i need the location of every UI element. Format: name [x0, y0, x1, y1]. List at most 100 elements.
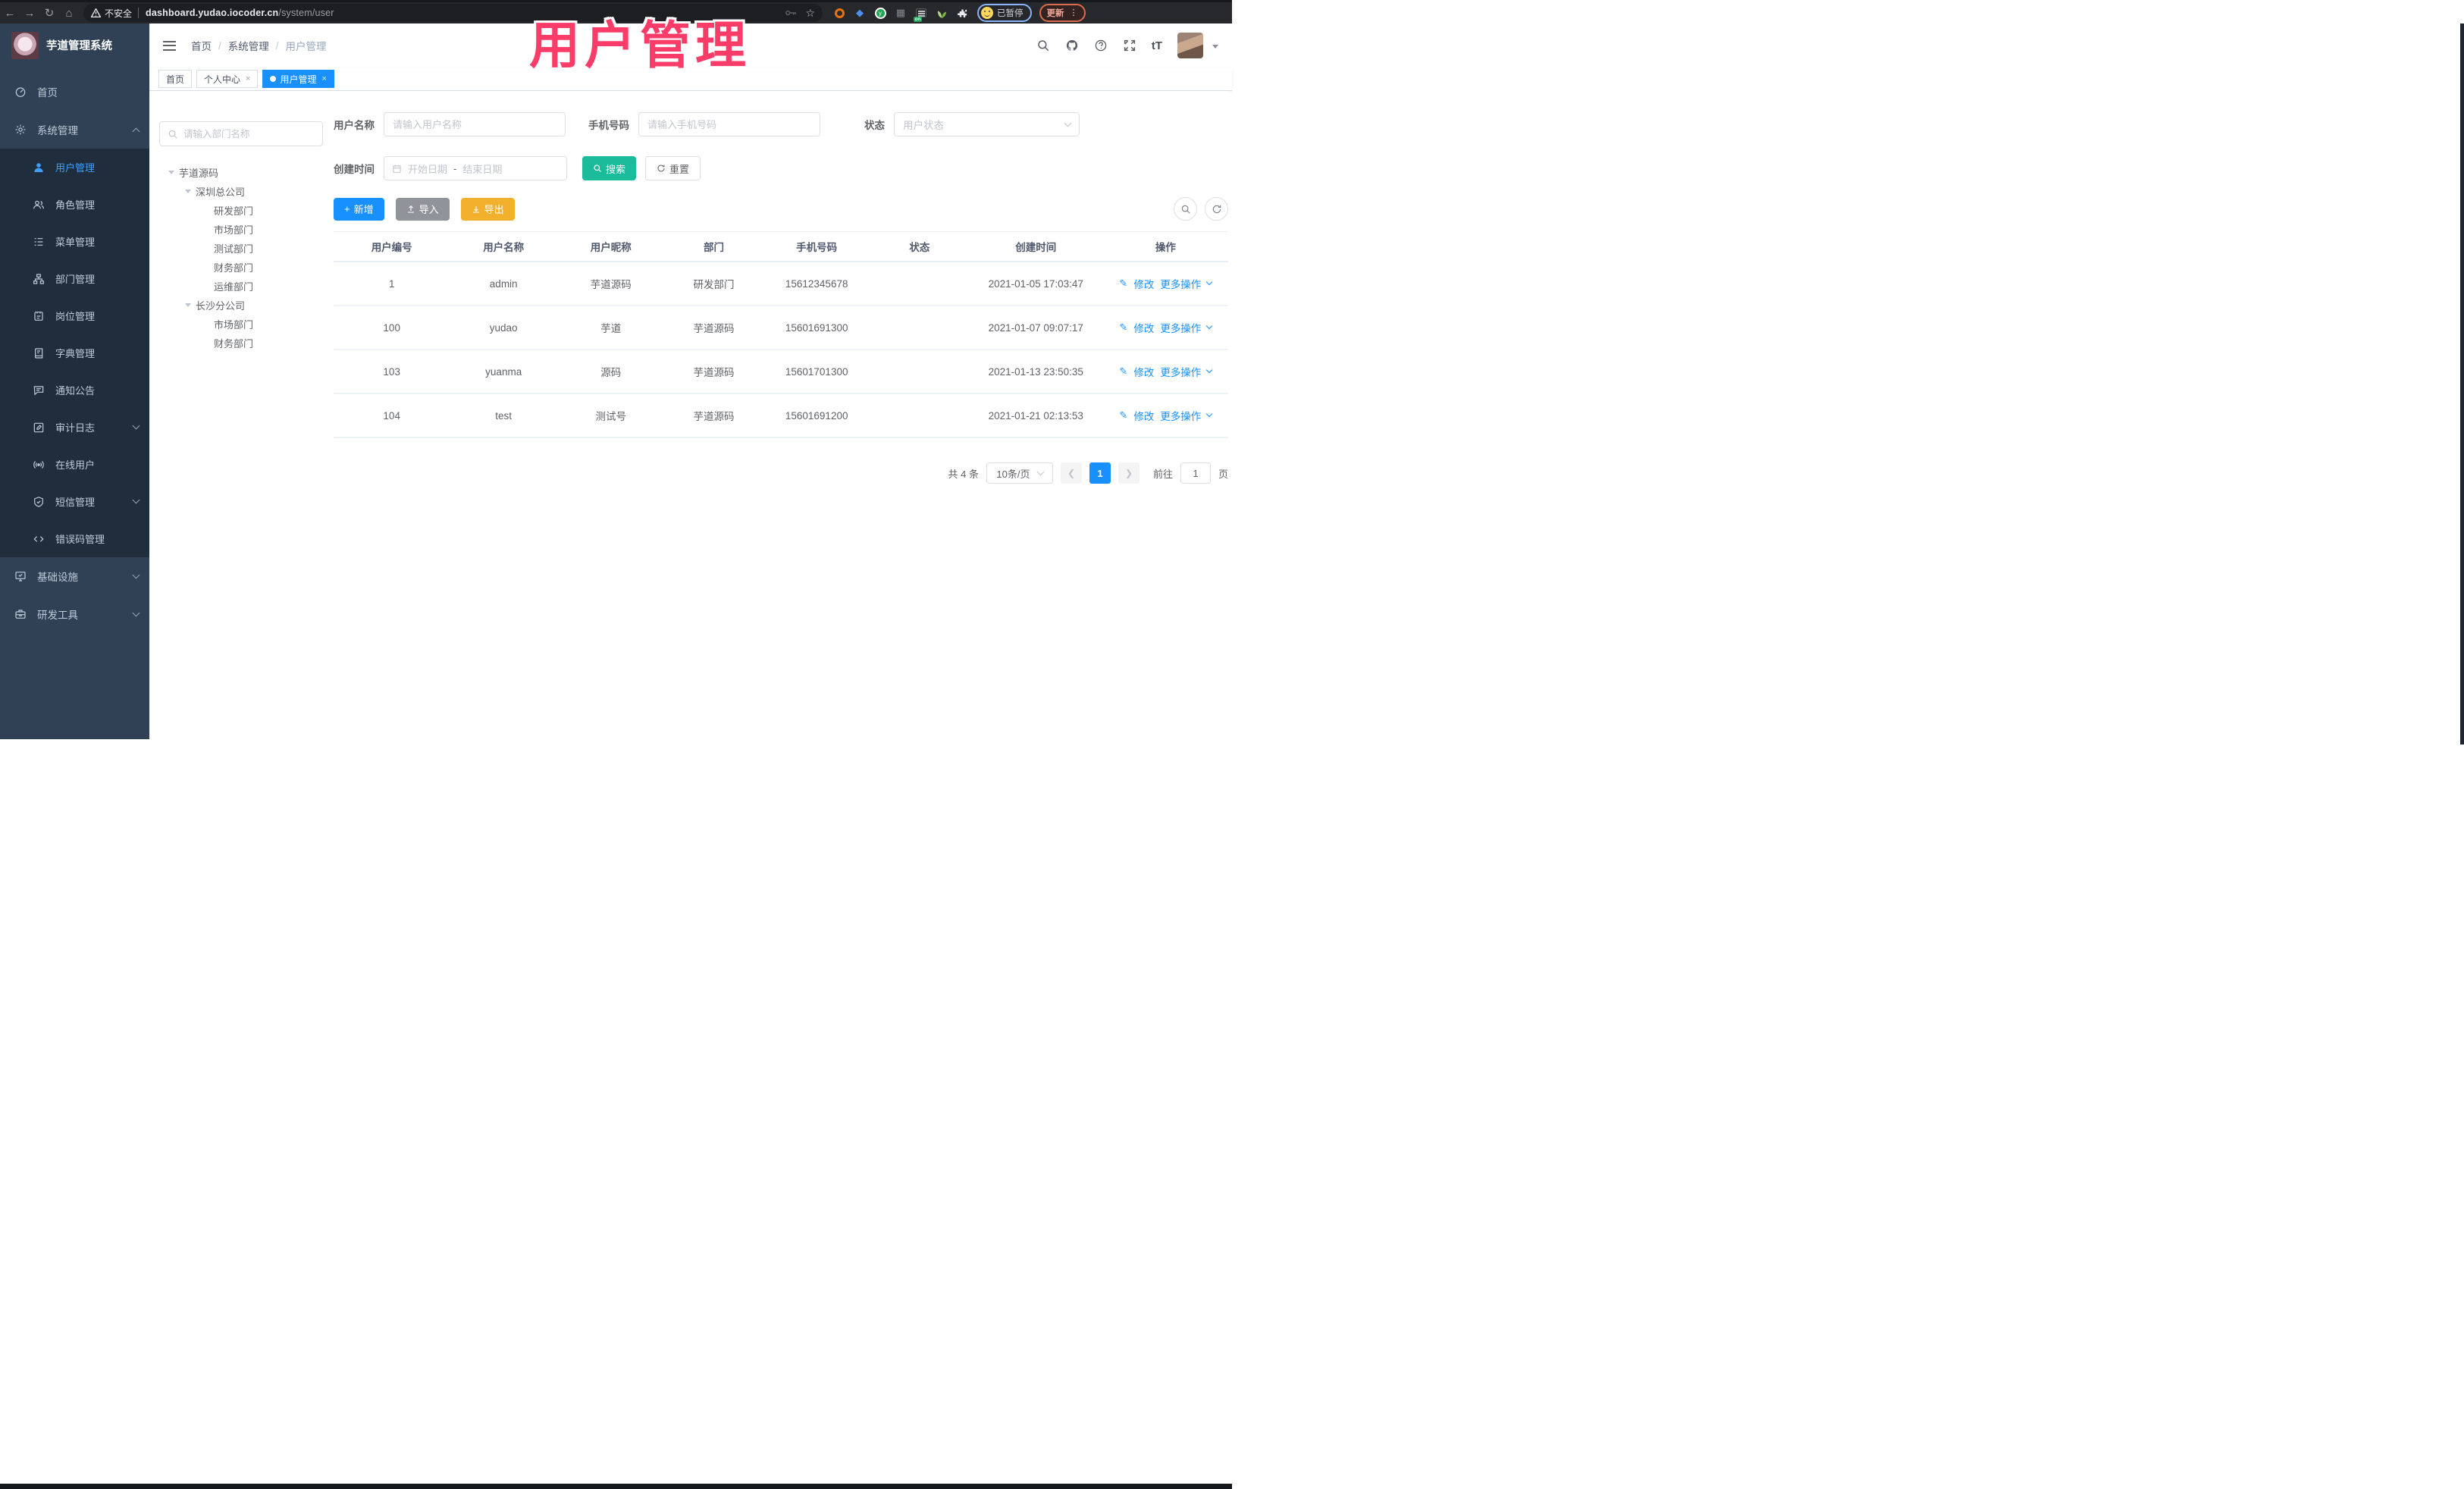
sidebar-item-post-management[interactable]: 岗位管理 [0, 297, 149, 334]
home-icon[interactable]: ⌂ [59, 7, 79, 20]
tree-node[interactable]: 测试部门 [159, 239, 323, 258]
tree-node[interactable]: 运维部门 [159, 277, 323, 296]
url-text[interactable]: dashboard.yudao.iocoder.cn/system/user [146, 8, 334, 18]
tree-node[interactable]: 市场部门 [159, 315, 323, 334]
address-bar[interactable]: 不安全 dashboard.yudao.iocoder.cn/system/us… [83, 4, 823, 22]
more-actions-link[interactable]: 更多操作 [1160, 364, 1201, 379]
next-page-button[interactable]: ❯ [1118, 462, 1140, 484]
tab-close-icon[interactable]: × [321, 74, 326, 83]
browser-menu-kebab-icon[interactable]: ⋮ [1070, 8, 1078, 17]
sidebar-item-user-management[interactable]: 用户管理 [0, 149, 149, 186]
app-logo-row[interactable]: 芋道管理系统 [0, 24, 149, 67]
extensions-puzzle-icon[interactable] [956, 7, 968, 19]
import-button[interactable]: 导入 [395, 197, 450, 221]
browser-update-button[interactable]: 更新 ⋮ [1039, 4, 1086, 22]
more-actions-link[interactable]: 更多操作 [1160, 276, 1201, 291]
edit-link[interactable]: 修改 [1133, 320, 1154, 335]
sidebar-item-dict-management[interactable]: 字典管理 [0, 334, 149, 371]
tab-home[interactable]: 首页 [158, 70, 193, 88]
forward-icon[interactable]: → [20, 7, 39, 20]
dept-search-input[interactable] [183, 128, 297, 139]
sidebar-item-dev-tools[interactable]: 研发工具 [0, 595, 149, 633]
refresh-table-button[interactable] [1205, 197, 1228, 221]
warning-icon [91, 8, 101, 17]
search-icon[interactable] [1036, 39, 1050, 52]
tree-caret-icon[interactable] [185, 303, 191, 310]
fullscreen-icon[interactable] [1123, 39, 1136, 52]
github-icon[interactable] [1065, 39, 1079, 52]
prev-page-button[interactable]: ❮ [1060, 462, 1082, 484]
page-number-button[interactable]: 1 [1089, 462, 1111, 484]
extension-list-icon[interactable]: on [914, 7, 927, 22]
date-start-placeholder: 开始日期 [408, 163, 448, 175]
dept-search-box[interactable] [159, 121, 323, 146]
edit-link[interactable]: 修改 [1133, 408, 1154, 423]
tree-node[interactable]: 芋道源码 [159, 163, 323, 182]
sidebar-item-menu-management[interactable]: 菜单管理 [0, 223, 149, 260]
export-button-label: 导出 [484, 204, 504, 215]
col-header-username: 用户名称 [483, 242, 525, 253]
extension-plant-icon[interactable] [936, 7, 948, 19]
username-input[interactable] [384, 112, 566, 136]
tree-caret-icon[interactable] [185, 190, 191, 196]
sidebar-item-sms-management[interactable]: 短信管理 [0, 483, 149, 520]
more-actions-link[interactable]: 更多操作 [1160, 408, 1201, 423]
extension-grid-icon[interactable]: ▦ [895, 7, 907, 19]
user-avatar[interactable] [1177, 33, 1203, 58]
sidebar-item-audit-log[interactable]: 审计日志 [0, 409, 149, 446]
cell-id: 1 [388, 277, 395, 290]
mobile-input[interactable] [638, 112, 820, 136]
more-actions-link[interactable]: 更多操作 [1160, 320, 1201, 335]
sidebar-item-home[interactable]: 首页 [0, 73, 149, 111]
breadcrumb-system[interactable]: 系统管理 [228, 38, 269, 53]
reload-icon[interactable]: ↻ [39, 6, 59, 20]
tree-node[interactable]: 市场部门 [159, 220, 323, 239]
tree-node[interactable]: 深圳总公司 [159, 182, 323, 201]
extension-green-y-icon[interactable]: y [874, 7, 886, 19]
edit-link[interactable]: 修改 [1133, 276, 1154, 291]
page-size-select[interactable]: 10条/页 [986, 462, 1053, 484]
tree-node[interactable]: 研发部门 [159, 201, 323, 220]
sidebar-item-notice[interactable]: 通知公告 [0, 371, 149, 409]
sidebar-item-error-code[interactable]: 错误码管理 [0, 520, 149, 557]
sidebar-item-label: 部门管理 [55, 274, 96, 285]
sidebar-toggle-icon[interactable] [163, 40, 176, 51]
date-range-picker[interactable]: 开始日期 - 结束日期 [384, 156, 567, 180]
export-button[interactable]: 导出 [460, 197, 515, 221]
reset-button[interactable]: 重置 [645, 156, 701, 180]
show-search-toggle-button[interactable] [1174, 197, 1197, 221]
goto-page-input[interactable] [1180, 462, 1211, 484]
col-header-actions: 操作 [1155, 242, 1176, 253]
tab-close-icon[interactable]: × [246, 74, 250, 83]
password-key-icon[interactable] [784, 6, 798, 20]
tree-caret-icon[interactable] [168, 171, 174, 177]
toolbox-icon [15, 610, 26, 619]
breadcrumb-home[interactable]: 首页 [191, 38, 212, 53]
bookmark-star-icon[interactable]: ☆ [805, 7, 815, 20]
code-icon [33, 535, 44, 542]
tab-profile[interactable]: 个人中心 × [196, 70, 259, 88]
sidebar-item-infrastructure[interactable]: 基础设施 [0, 557, 149, 595]
tree-node[interactable]: 财务部门 [159, 258, 323, 277]
cell-nickname: 源码 [600, 367, 622, 378]
search-button[interactable]: 搜索 [582, 156, 637, 180]
font-size-icon[interactable]: tT [1152, 39, 1162, 52]
avatar-caret-icon[interactable] [1212, 44, 1218, 52]
add-button[interactable]: + 新增 [334, 197, 384, 221]
sidebar-item-dept-management[interactable]: 部门管理 [0, 260, 149, 297]
status-select[interactable]: 用户状态 [894, 112, 1080, 136]
extension-orange-icon[interactable] [833, 7, 845, 19]
sidebar-item-system[interactable]: 系统管理 [0, 111, 149, 149]
security-label[interactable]: 不安全 [105, 7, 132, 20]
extension-gem-icon[interactable]: ◆ [854, 7, 866, 19]
browser-profile-chip[interactable]: 已暂停 [977, 4, 1032, 22]
sidebar-item-role-management[interactable]: 角色管理 [0, 186, 149, 223]
col-header-status: 状态 [909, 242, 930, 253]
back-icon[interactable]: ← [0, 7, 20, 20]
sidebar-item-online-users[interactable]: 在线用户 [0, 446, 149, 483]
tree-node[interactable]: 财务部门 [159, 334, 323, 353]
help-icon[interactable] [1094, 39, 1108, 52]
edit-link[interactable]: 修改 [1133, 364, 1154, 379]
tab-user-management[interactable]: 用户管理 × [262, 70, 334, 88]
tree-node[interactable]: 长沙分公司 [159, 296, 323, 315]
